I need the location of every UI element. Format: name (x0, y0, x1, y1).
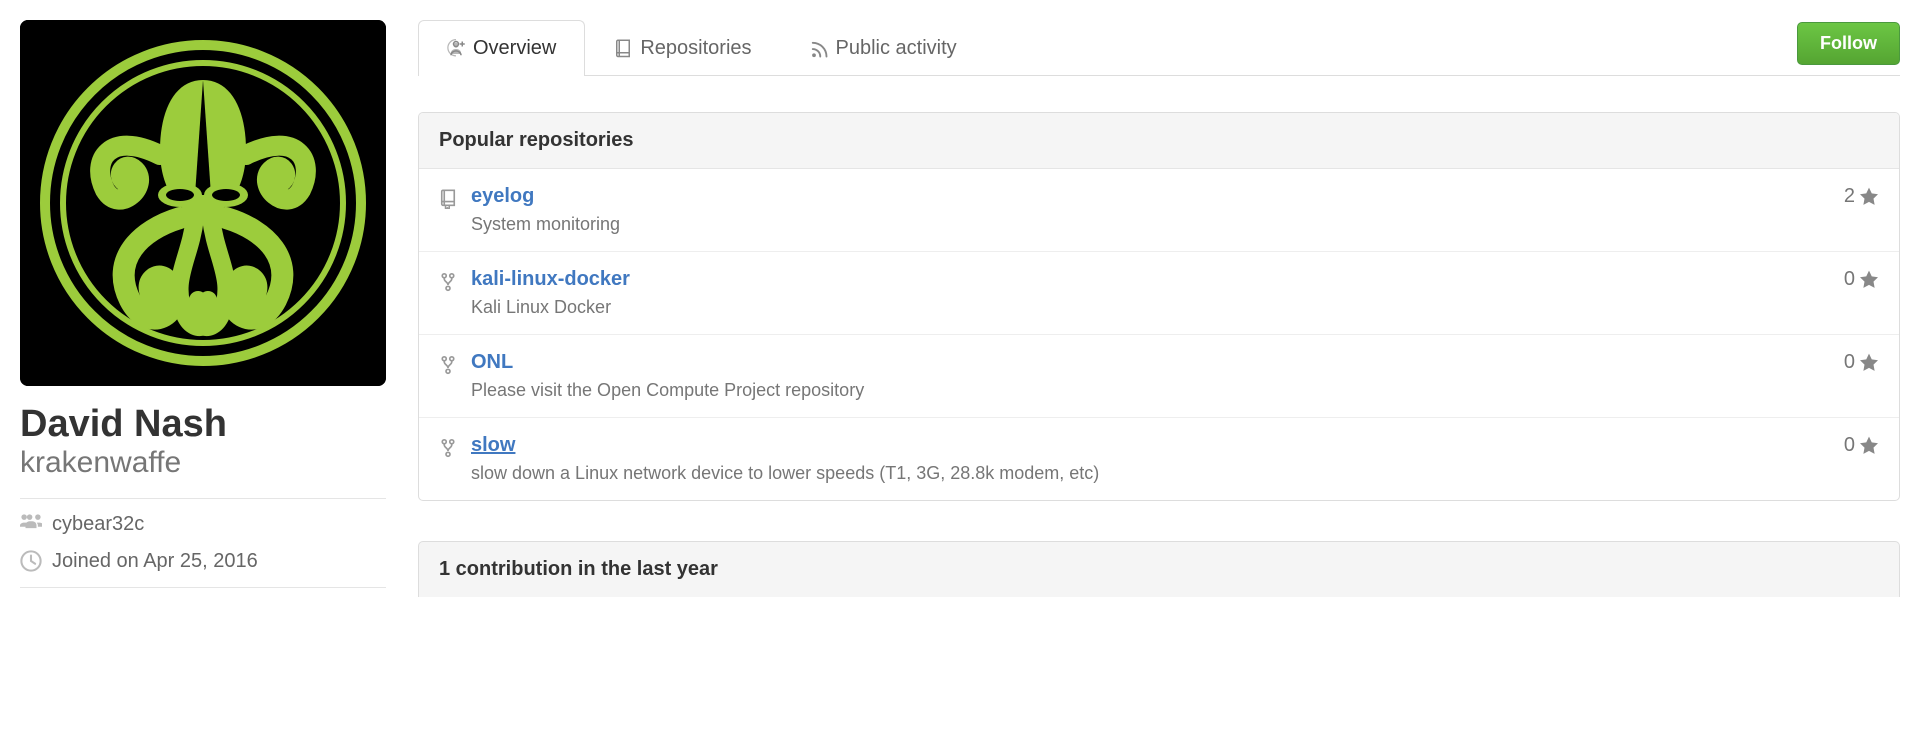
repo-link[interactable]: slow (471, 434, 515, 456)
repo-link[interactable]: eyelog (471, 185, 534, 207)
org-row: cybear32c (20, 513, 386, 536)
fork-icon (439, 438, 457, 458)
person-icon (447, 39, 465, 59)
star-count: 2 (1844, 185, 1855, 208)
star-icon (1859, 187, 1879, 207)
star-icon (1859, 436, 1879, 456)
organization-icon (20, 513, 42, 535)
repo-row: slow slow down a Linux network device to … (419, 418, 1899, 500)
repo-link[interactable]: kali-linux-docker (471, 268, 630, 290)
repo-icon (439, 189, 457, 209)
username: krakenwaffe (20, 446, 386, 480)
rss-icon (810, 39, 828, 59)
org-name[interactable]: cybear32c (52, 513, 144, 536)
avatar[interactable] (20, 20, 386, 386)
repo-stars[interactable]: 2 (1844, 185, 1879, 208)
tab-public-activity[interactable]: Public activity (781, 20, 986, 76)
star-icon (1859, 270, 1879, 290)
display-name: David Nash (20, 404, 386, 446)
main-content: Overview Repositories Public activity Fo… (418, 20, 1900, 600)
fork-icon (439, 272, 457, 292)
repo-info: kali-linux-docker Kali Linux Docker (471, 268, 1830, 318)
repo-stars[interactable]: 0 (1844, 268, 1879, 291)
divider (20, 498, 386, 499)
repo-description: Kali Linux Docker (471, 297, 1830, 318)
tab-label: Repositories (640, 37, 751, 60)
repo-row: kali-linux-docker Kali Linux Docker 0 (419, 252, 1899, 335)
follow-button[interactable]: Follow (1797, 22, 1900, 65)
profile-sidebar: David Nash krakenwaffe cybear32c Joined … (20, 20, 386, 600)
repo-row: ONL Please visit the Open Compute Project… (419, 335, 1899, 418)
star-icon (1859, 353, 1879, 373)
star-count: 0 (1844, 268, 1855, 291)
star-count: 0 (1844, 434, 1855, 457)
repo-description: Please visit the Open Compute Project re… (471, 380, 1830, 401)
tab-bar: Overview Repositories Public activity Fo… (418, 20, 1900, 76)
panel-header: Popular repositories (419, 113, 1899, 169)
repo-icon (614, 39, 632, 59)
popular-repos-panel: Popular repositories eyelog System monito… (418, 112, 1900, 501)
tab-label: Overview (473, 37, 556, 60)
repo-link[interactable]: ONL (471, 351, 513, 373)
contrib-header: 1 contribution in the last year (418, 541, 1900, 597)
fork-icon (439, 355, 457, 375)
joined-date: Joined on Apr 25, 2016 (52, 550, 258, 573)
repo-stars[interactable]: 0 (1844, 434, 1879, 457)
repo-description: slow down a Linux network device to lowe… (471, 463, 1830, 484)
repo-info: slow slow down a Linux network device to … (471, 434, 1830, 484)
tab-overview[interactable]: Overview (418, 20, 585, 76)
repo-description: System monitoring (471, 214, 1830, 235)
avatar-image (20, 20, 386, 386)
repo-info: ONL Please visit the Open Compute Project… (471, 351, 1830, 401)
tab-repositories[interactable]: Repositories (585, 20, 780, 76)
star-count: 0 (1844, 351, 1855, 374)
clock-icon (20, 550, 42, 572)
repo-stars[interactable]: 0 (1844, 351, 1879, 374)
tab-label: Public activity (836, 37, 957, 60)
divider (20, 587, 386, 588)
joined-row: Joined on Apr 25, 2016 (20, 550, 386, 573)
repo-info: eyelog System monitoring (471, 185, 1830, 235)
contributions-panel: 1 contribution in the last year (418, 541, 1900, 597)
repo-row: eyelog System monitoring 2 (419, 169, 1899, 252)
